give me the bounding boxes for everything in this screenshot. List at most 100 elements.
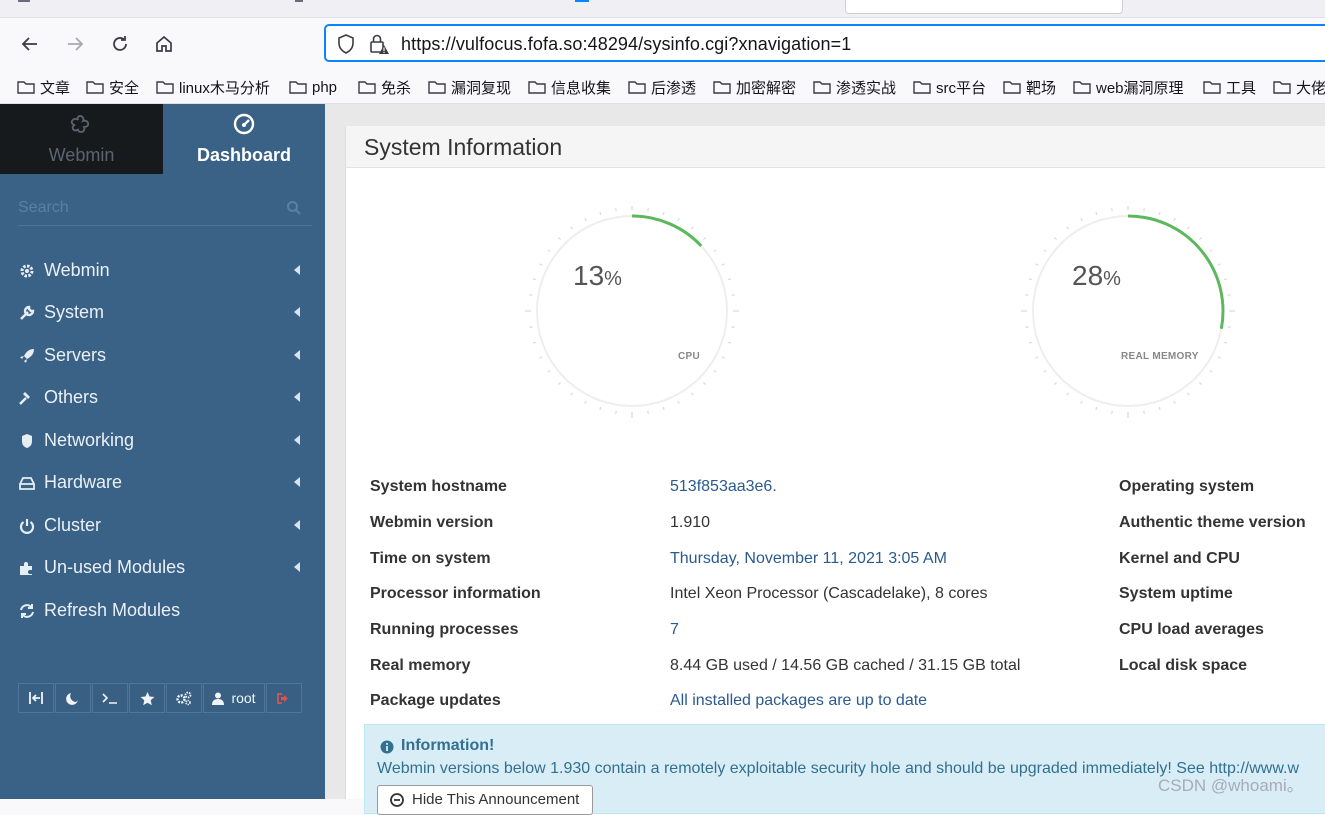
gauge-tick	[533, 279, 536, 280]
star-icon	[140, 691, 155, 706]
user-button[interactable]: root	[203, 683, 265, 713]
bookmark-item[interactable]: 免杀	[358, 76, 411, 98]
sidebar-item-label: Servers	[44, 345, 106, 366]
back-button[interactable]	[16, 30, 44, 58]
gauge-tick	[1210, 250, 1212, 252]
info-value[interactable]: 7	[670, 621, 679, 639]
gauge-tick	[691, 393, 693, 395]
info-label: Processor information	[370, 585, 541, 603]
bookmark-item[interactable]: 漏洞复现	[428, 76, 511, 98]
favorites-button[interactable]	[129, 683, 165, 713]
gauge-tick	[1081, 401, 1082, 404]
gauge-tick	[1159, 407, 1160, 410]
gauge-tick	[678, 218, 679, 221]
search-icon[interactable]	[286, 200, 302, 216]
logout-button[interactable]	[266, 683, 302, 713]
bookmark-item[interactable]: 后渗透	[628, 76, 696, 98]
bookmark-label: php	[312, 79, 337, 96]
gauge-tick	[663, 212, 664, 215]
main-content: System Information 13% CPU 28% REAL MEMO…	[325, 104, 1325, 799]
theme-config-button[interactable]	[166, 683, 202, 713]
bookmark-item[interactable]: 工具	[1203, 76, 1256, 98]
bookmark-item[interactable]: 信息收集	[528, 76, 611, 98]
bookmark-item[interactable]: src平台	[913, 76, 986, 98]
webmin-tab[interactable]: Webmin	[0, 104, 163, 174]
webmin-logo-icon	[68, 114, 92, 136]
cogs-icon	[175, 691, 193, 706]
home-button[interactable]	[150, 30, 178, 58]
gauge-tick	[558, 237, 560, 239]
hide-icon	[390, 793, 404, 807]
home-icon	[154, 34, 174, 54]
collapse-sidebar-button[interactable]	[18, 683, 54, 713]
url-bar[interactable]: https://vulfocus.fofa.so:48294/sysinfo.c…	[324, 24, 1325, 62]
bookmark-item[interactable]: php	[289, 76, 337, 98]
gauge-tick	[548, 370, 550, 372]
bookmark-label: 文章	[40, 77, 70, 98]
system-information-panel: System Information 13% CPU 28% REAL MEMO…	[345, 126, 1325, 799]
bookmark-item[interactable]: linux木马分析	[156, 76, 270, 98]
info-value: 8.44 GB used / 14.56 GB cached / 31.15 G…	[670, 657, 1020, 675]
gauge-tick	[600, 407, 601, 410]
caret-left-icon	[294, 307, 300, 317]
sidebar-item-servers[interactable]: Servers	[0, 335, 325, 375]
browser-tab[interactable]	[845, 0, 1123, 14]
bookmark-item[interactable]: 加密解密	[713, 76, 796, 98]
dashboard-tab[interactable]: Dashboard	[163, 104, 325, 174]
bookmark-item[interactable]: web漏洞原理	[1073, 76, 1184, 98]
gauge-tick	[1199, 382, 1201, 384]
info-label: CPU load averages	[1119, 621, 1264, 639]
bookmark-label: 免杀	[381, 77, 411, 98]
sidebar-item-hardware[interactable]: Hardware	[0, 462, 325, 502]
sidebar-item-others[interactable]: Others	[0, 377, 325, 417]
gauge-tick	[1054, 237, 1056, 239]
bookmark-item[interactable]: 靶场	[1003, 76, 1056, 98]
tracking-shield-icon[interactable]	[336, 33, 356, 55]
info-label: Authentic theme version	[1119, 514, 1306, 532]
info-label: Kernel and CPU	[1119, 550, 1240, 568]
bookmark-label: 漏洞复现	[451, 77, 511, 98]
sidebar-item-label: Un-used Modules	[44, 557, 185, 578]
caret-left-icon	[294, 435, 300, 445]
webmin-tab-label: Webmin	[0, 145, 163, 166]
info-label: System hostname	[370, 478, 507, 496]
refresh-icon	[18, 602, 36, 620]
bookmark-item[interactable]: 文章	[17, 76, 70, 98]
terminal-button[interactable]	[92, 683, 128, 713]
reload-button[interactable]	[106, 30, 134, 58]
sidebar-item-system[interactable]: System	[0, 292, 325, 332]
gauge-tick	[585, 218, 586, 221]
search-input[interactable]	[18, 196, 268, 220]
hide-announcement-button[interactable]: Hide This Announcement	[377, 785, 593, 815]
caret-left-icon	[294, 392, 300, 402]
arrow-left-icon	[20, 34, 40, 54]
info-value[interactable]: Thursday, November 11, 2021 3:05 AM	[670, 550, 947, 568]
real-memory-gauge: 28% REAL MEMORY	[1018, 206, 1248, 436]
sidebar-item-networking[interactable]: Networking	[0, 420, 325, 460]
collapse-icon	[28, 691, 44, 705]
night-mode-button[interactable]	[55, 683, 91, 713]
sidebar-bottom-toolbar: root	[18, 683, 303, 713]
bookmark-item[interactable]: 渗透实战	[813, 76, 896, 98]
gauge-tick	[585, 401, 586, 404]
forward-button[interactable]	[61, 30, 89, 58]
sidebar-item-unused-modules[interactable]: Un-used Modules	[0, 547, 325, 587]
insecure-lock-icon[interactable]	[368, 33, 390, 55]
bookmark-label: 加密解密	[736, 77, 796, 98]
cpu-gauge: 13% CPU	[522, 206, 752, 436]
info-value[interactable]: All installed packages are up to date	[670, 692, 927, 710]
gauge-tick	[1199, 237, 1201, 239]
info-value[interactable]: 513f853aa3e6.	[670, 478, 777, 496]
bookmark-item[interactable]: 大佬	[1273, 76, 1325, 98]
gauge-tick	[1054, 382, 1056, 384]
gauge-tick	[1044, 250, 1046, 252]
folder-icon	[628, 80, 646, 94]
gauge-tick	[539, 264, 542, 265]
sidebar-item-webmin[interactable]: Webmin	[0, 250, 325, 290]
sidebar-item-refresh-modules[interactable]: Refresh Modules	[0, 590, 325, 630]
sidebar-item-cluster[interactable]: Cluster	[0, 505, 325, 545]
browser-tab-strip	[0, 0, 1325, 18]
gauge-tick	[703, 237, 705, 239]
bookmark-item[interactable]: 安全	[86, 76, 139, 98]
bookmark-label: 工具	[1226, 77, 1256, 98]
